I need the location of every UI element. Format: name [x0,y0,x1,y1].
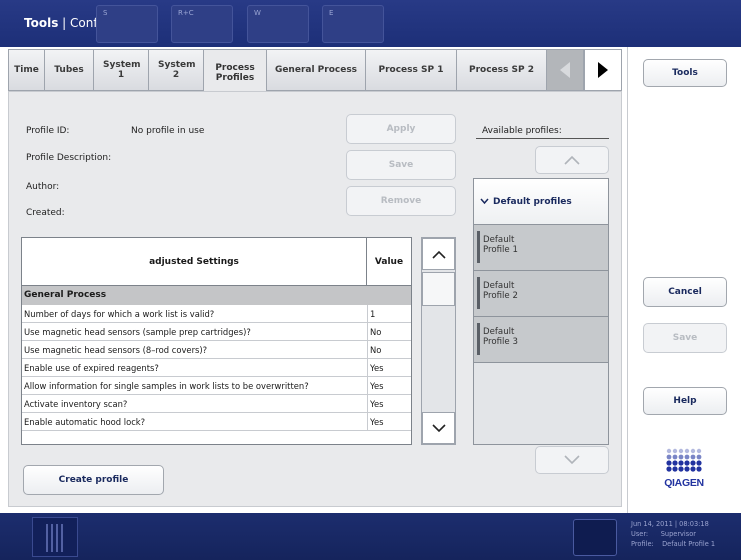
table-scroll-up-button[interactable] [422,238,455,270]
settings-table: adjusted Settings Value General Process … [21,237,412,445]
tab-system-2[interactable]: System 2 [148,49,203,91]
drawer-w[interactable]: W [247,5,309,43]
table-row[interactable]: Use magnetic head sensors (8–rod covers)… [22,341,411,359]
remove-button[interactable]: Remove [346,186,456,216]
status-user: User: Supervisor [631,530,696,538]
chevron-up-icon [431,250,446,259]
created-label: Created: [26,208,65,218]
table-row[interactable]: Allow information for single samples in … [22,377,411,395]
chevron-up-icon [564,155,580,165]
instrument-icon[interactable] [32,517,78,557]
tray-icon[interactable] [573,519,617,556]
chevron-down-icon [480,198,489,205]
table-group-row: General Process [22,286,411,305]
tab-time[interactable]: Time [8,49,44,91]
create-profile-button[interactable]: Create profile [23,465,164,495]
tab-general-process[interactable]: General Process [266,49,365,91]
status-date-time: Jun 14, 2011 | 08:03:18 [631,520,709,528]
table-row[interactable]: Enable automatic hood lock? Yes [22,413,411,431]
table-row[interactable]: Use magnetic head sensors (sample prep c… [22,323,411,341]
drawer-s[interactable]: S [96,5,158,43]
available-profiles-list: Default profiles Default Profile 1 Defau… [473,178,609,445]
save-button[interactable]: Save [643,323,727,353]
available-profiles-underline [476,138,609,139]
profile-id-label: Profile ID: [26,126,70,136]
drawer-e[interactable]: E [322,5,384,43]
table-scrollbar[interactable] [421,237,456,445]
triangle-right-icon [598,62,608,78]
apply-button[interactable]: Apply [346,114,456,144]
chevron-down-icon [431,423,446,432]
status-info: Jun 14, 2011 | 08:03:18 User: Supervisor… [631,519,715,549]
tab-system-1[interactable]: System 1 [93,49,148,91]
profiles-scroll-down-button[interactable] [535,446,609,474]
drawer-r-c[interactable]: R+C [171,5,233,43]
cancel-button[interactable]: Cancel [643,277,727,307]
profile-item-default-3[interactable]: Default Profile 3 [474,317,608,363]
profile-item-default-1[interactable]: Default Profile 1 [474,225,608,271]
table-header: adjusted Settings Value [22,238,411,286]
save-profile-button[interactable]: Save [346,150,456,180]
profile-group-default[interactable]: Default profiles [474,179,608,225]
tab-scroll-right-button[interactable] [584,49,622,91]
tab-tubes[interactable]: Tubes [44,49,93,91]
status-bar [0,513,741,560]
qiagen-logo: QIAGEN [664,447,704,489]
tab-process-profiles[interactable]: Process Profiles [203,49,266,95]
tab-bar: Time Tubes System 1 System 2 Process Pro… [8,49,622,95]
triangle-left-icon [560,62,570,78]
profile-item-default-2[interactable]: Default Profile 2 [474,271,608,317]
help-button[interactable]: Help [643,387,727,415]
tab-process-sp-1[interactable]: Process SP 1 [365,49,456,91]
tab-process-sp-2[interactable]: Process SP 2 [456,49,546,91]
table-scroll-thumb[interactable] [422,272,455,306]
column-header-value: Value [366,238,411,286]
author-label: Author: [26,182,60,192]
table-row[interactable]: Number of days for which a work list is … [22,305,411,323]
chevron-down-icon [564,455,580,465]
tools-button[interactable]: Tools [643,59,727,87]
available-profiles-label: Available profiles: [482,126,562,136]
status-profile: Profile: Default Profile 1 [631,540,716,548]
table-row[interactable]: Activate inventory scan? Yes [22,395,411,413]
column-header-settings: adjusted Settings [149,257,239,267]
profiles-scroll-up-button[interactable] [535,146,609,174]
table-row[interactable]: Enable use of expired reagents? Yes [22,359,411,377]
table-scroll-down-button[interactable] [422,412,455,444]
profile-id-value: No profile in use [131,126,205,136]
tab-scroll-left-button[interactable] [546,49,584,91]
profile-description-label: Profile Description: [26,153,112,163]
